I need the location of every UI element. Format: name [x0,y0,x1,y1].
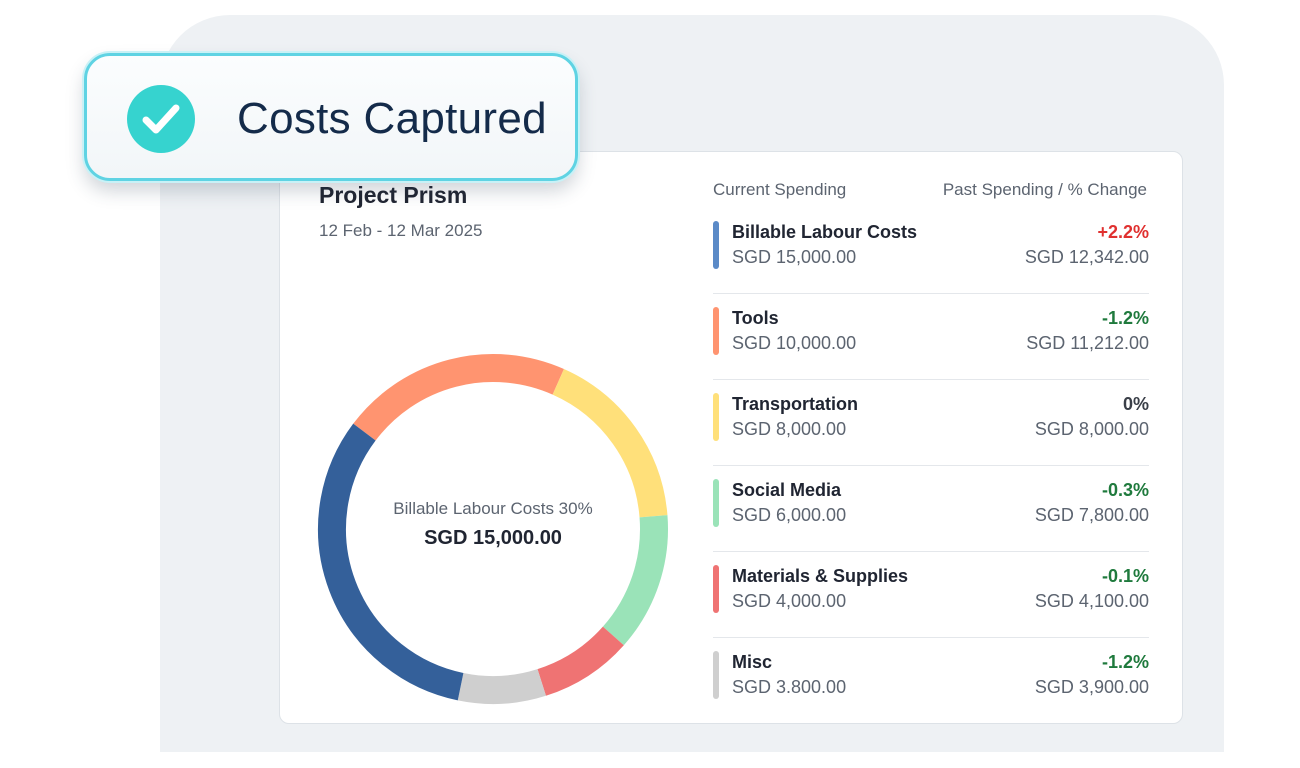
category-name: Misc [732,652,773,672]
past-amount: SGD 7,800.00 [1034,505,1149,525]
past-amount: SGD 11,212.00 [1026,333,1149,353]
donut-segment-tools[interactable] [353,354,564,441]
category-name: Billable Labour Costs [732,222,918,242]
costs-captured-badge: Costs Captured [84,53,578,181]
check-circle-icon [127,85,195,153]
donut-segment-materials-supplies[interactable] [537,626,624,696]
percent-change: -0.3% [1101,480,1149,500]
donut-segment-billable-labour-costs[interactable] [318,423,464,701]
current-amount: SGD 10,000.00 [732,333,857,353]
percent-change: -1.2% [1101,652,1149,672]
past-amount: SGD 3,900.00 [1034,677,1149,697]
list-item[interactable]: Tools SGD 10,000.00 -1.2% SGD 11,212.00 [713,294,1149,380]
category-color-bar [713,221,719,269]
list-item[interactable]: Transportation SGD 8,000.00 0% SGD 8,000… [713,380,1149,466]
list-item[interactable]: Misc SGD 3.800.00 -1.2% SGD 3,900.00 [713,638,1149,724]
category-name: Social Media [732,480,842,500]
category-color-bar [713,479,719,527]
donut-segment-transportation[interactable] [552,369,668,518]
past-amount: SGD 12,342.00 [1024,247,1149,267]
list-item[interactable]: Materials & Supplies SGD 4,000.00 -0.1% … [713,552,1149,638]
current-amount: SGD 4,000.00 [732,591,847,611]
category-color-bar [713,393,719,441]
percent-change: 0% [1122,394,1149,414]
current-amount: SGD 3.800.00 [732,677,847,697]
percent-change: -0.1% [1101,566,1149,586]
category-color-bar [713,307,719,355]
current-amount: SGD 6,000.00 [732,505,847,525]
past-amount: SGD 8,000.00 [1034,419,1149,439]
category-color-bar [713,651,719,699]
current-amount: SGD 8,000.00 [732,419,847,439]
percent-change: +2.2% [1097,222,1149,242]
donut-segment-misc[interactable] [457,669,546,704]
project-date-range: 12 Feb - 12 Mar 2025 [319,221,483,240]
category-name: Tools [732,308,779,328]
spending-donut-chart[interactable] [317,353,669,705]
category-name: Materials & Supplies [732,566,909,586]
list-item[interactable]: Billable Labour Costs SGD 15,000.00 +2.2… [713,208,1149,294]
current-spending-header: Current Spending [713,180,847,199]
badge-label: Costs Captured [237,94,547,143]
past-spending-header: Past Spending / % Change [942,180,1147,199]
past-amount: SGD 4,100.00 [1034,591,1149,611]
spending-card: Project Prism 12 Feb - 12 Mar 2025 Billa… [279,151,1183,724]
spending-list: Billable Labour Costs SGD 15,000.00 +2.2… [713,208,1149,724]
project-title: Project Prism [319,182,468,208]
list-item[interactable]: Social Media SGD 6,000.00 -0.3% SGD 7,80… [713,466,1149,552]
percent-change: -1.2% [1101,308,1149,328]
category-color-bar [713,565,719,613]
category-name: Transportation [732,394,859,414]
donut-segment-social-media[interactable] [602,515,668,646]
current-amount: SGD 15,000.00 [732,247,857,267]
